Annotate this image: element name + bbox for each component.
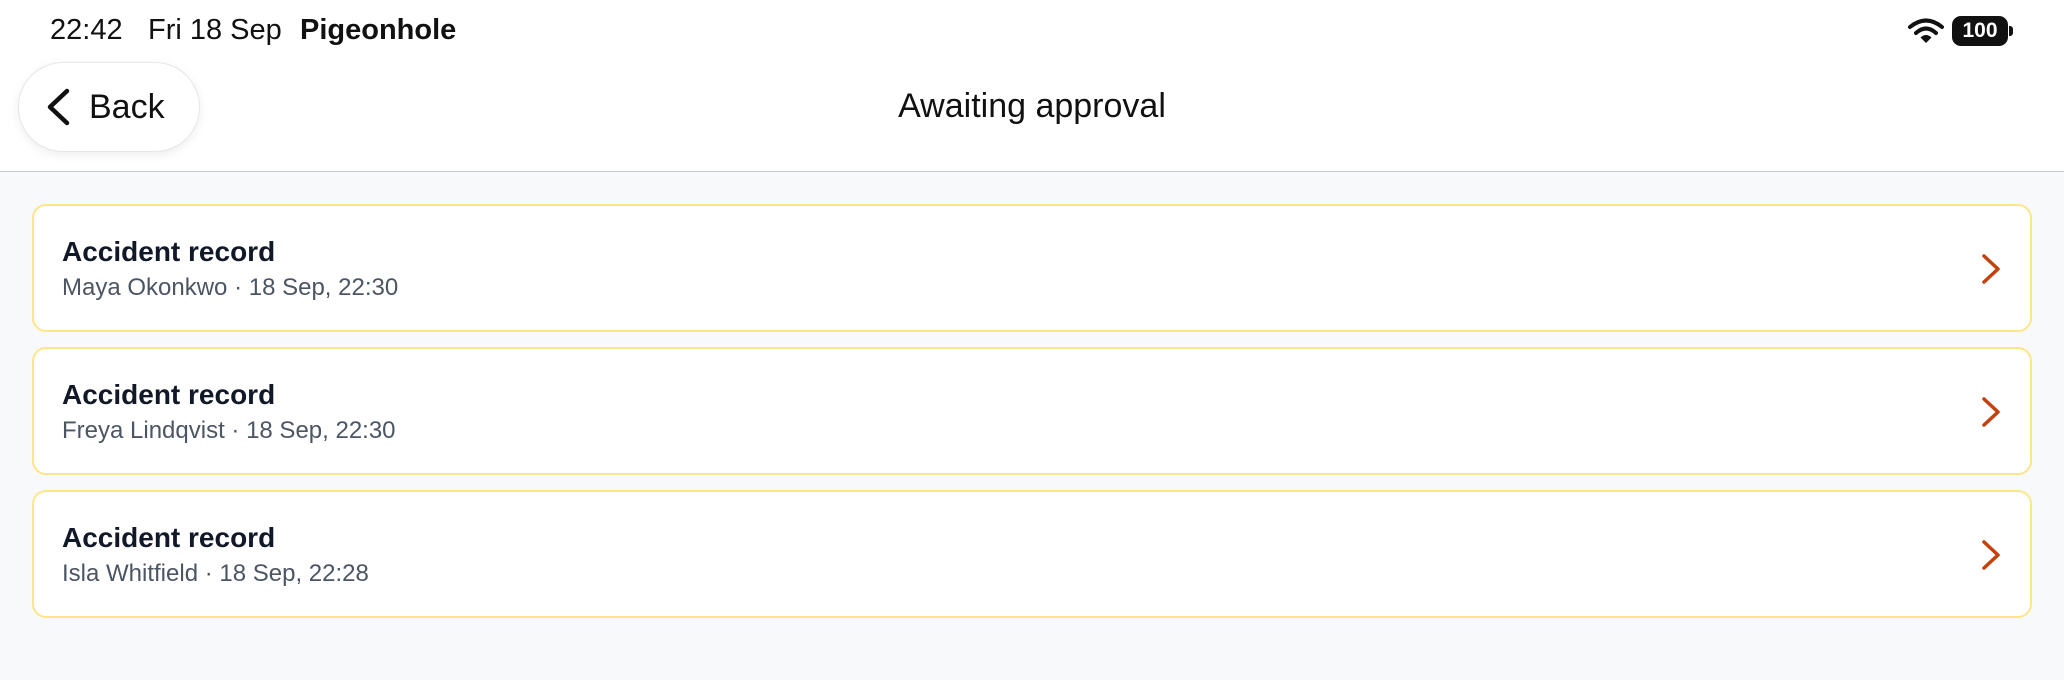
header-area: 22:42 Fri 18 Sep Pigeonhole 100 Back Awa… xyxy=(0,0,2064,172)
chevron-right-icon xyxy=(1982,397,2000,427)
battery-icon: 100 xyxy=(1952,16,2014,46)
item-title: Accident record xyxy=(62,236,276,267)
list-item[interactable]: Accident record Freya Lindqvist · 18 Sep… xyxy=(32,347,2032,475)
list-item[interactable]: Accident record Maya Okonkwo · 18 Sep, 2… xyxy=(32,204,2032,332)
status-app-name: Pigeonhole xyxy=(300,14,457,46)
list-item[interactable]: Accident record Isla Whitfield · 18 Sep,… xyxy=(32,490,2032,618)
wifi-icon xyxy=(1908,18,1944,43)
item-subtitle: Freya Lindqvist · 18 Sep, 22:30 xyxy=(62,417,396,444)
page-title: Awaiting approval xyxy=(898,87,1166,125)
item-subtitle: Maya Okonkwo · 18 Sep, 22:30 xyxy=(62,274,399,301)
item-title: Accident record xyxy=(62,379,276,410)
chevron-right-icon xyxy=(1982,540,2000,570)
status-bar: 22:42 Fri 18 Sep Pigeonhole 100 xyxy=(0,0,2064,62)
navigation-bar: Back Awaiting approval xyxy=(0,62,2064,172)
battery-level: 100 xyxy=(1962,19,1998,42)
chevron-right-icon xyxy=(1982,254,2000,284)
item-subtitle: Isla Whitfield · 18 Sep, 22:28 xyxy=(62,560,369,587)
status-time: 22:42 xyxy=(50,14,123,46)
item-title: Accident record xyxy=(62,522,276,553)
approval-list: Accident record Maya Okonkwo · 18 Sep, 2… xyxy=(32,204,2032,633)
status-date: Fri 18 Sep xyxy=(148,14,282,46)
